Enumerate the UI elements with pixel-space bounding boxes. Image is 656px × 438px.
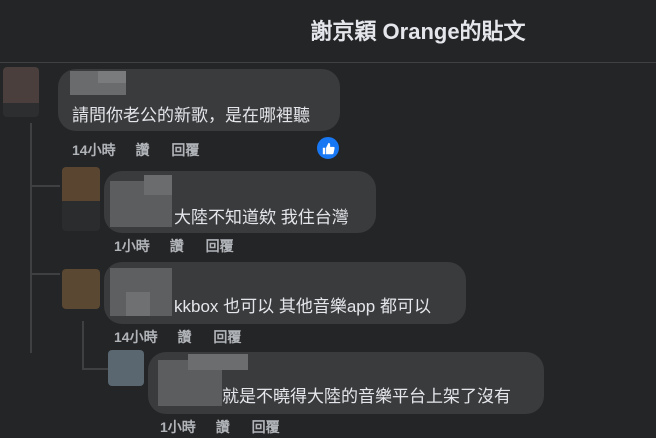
reply-button[interactable]: 回覆 — [171, 142, 199, 158]
avatar[interactable] — [62, 269, 100, 309]
avatar[interactable] — [3, 67, 39, 117]
like-button[interactable]: 讚 — [216, 419, 230, 435]
thread-branch — [30, 273, 60, 275]
comment-time: 1小時 — [114, 238, 150, 254]
comment-text: 大陸不知道欸 我住台灣 — [174, 208, 349, 227]
like-button[interactable]: 讚 — [170, 238, 184, 254]
comment-actions: 14小時 讚 回覆 — [114, 327, 259, 347]
comment-text: kkbox 也可以 其他音樂app 都可以 — [174, 297, 431, 316]
post-header: 謝京穎 Orange的貼文 — [0, 0, 656, 63]
comment-bubble[interactable]: 就是不曉得大陸的音樂平台上架了沒有 — [148, 352, 544, 414]
reply-button[interactable]: 回覆 — [213, 329, 241, 345]
thread-line — [30, 123, 32, 353]
comment-actions: 14小時 讚 回覆 — [72, 140, 217, 160]
comment-bubble[interactable]: kkbox 也可以 其他音樂app 都可以 — [104, 262, 466, 324]
like-button[interactable]: 讚 — [135, 142, 149, 158]
thread-branch — [82, 368, 108, 370]
page-title: 謝京穎 Orange的貼文 — [310, 19, 526, 44]
comment-time: 14小時 — [114, 329, 158, 345]
comment-text: 就是不曉得大陸的音樂平台上架了沒有 — [222, 387, 511, 406]
reply-button[interactable]: 回覆 — [206, 238, 234, 254]
comment-time: 1小時 — [160, 419, 196, 435]
comment-actions: 1小時 讚 回覆 — [114, 236, 252, 256]
thumbs-up-icon[interactable] — [315, 135, 341, 161]
comment-bubble[interactable]: 大陸不知道欸 我住台灣 — [104, 171, 376, 233]
reply-button[interactable]: 回覆 — [252, 419, 280, 435]
comments-pane[interactable]: 請問你老公的新歌，是在哪裡聽 14小時 讚 回覆 大陸不知道欸 我住台灣 1小時… — [0, 63, 656, 438]
thread-branch — [30, 185, 60, 187]
comment-bubble[interactable]: 請問你老公的新歌，是在哪裡聽 — [58, 69, 340, 131]
comment-actions: 1小時 讚 回覆 — [160, 417, 298, 437]
comment-time: 14小時 — [72, 142, 116, 158]
like-button[interactable]: 讚 — [177, 329, 191, 345]
thread-line — [82, 321, 84, 369]
avatar[interactable] — [62, 167, 100, 231]
avatar[interactable] — [108, 350, 144, 386]
comment-text: 請問你老公的新歌，是在哪裡聽 — [72, 106, 310, 125]
